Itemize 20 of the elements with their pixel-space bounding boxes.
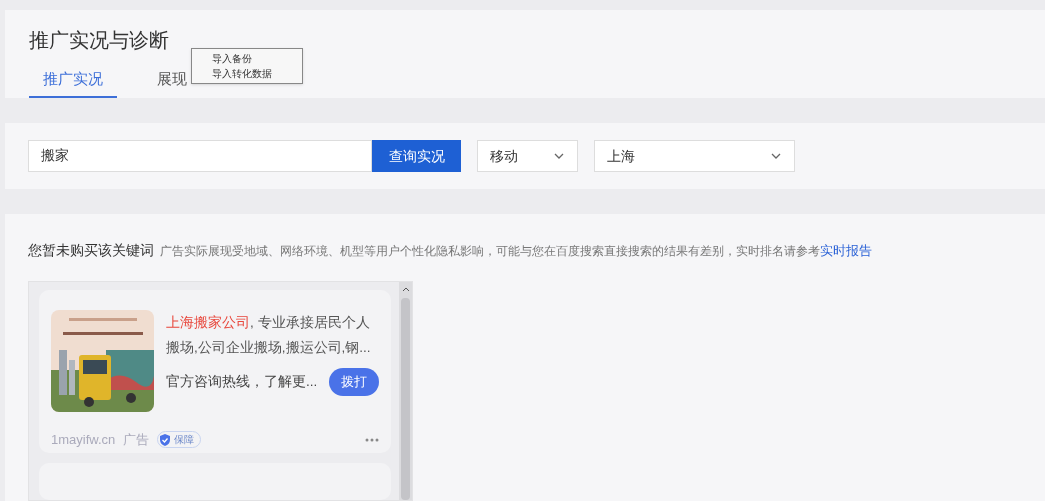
tab[interactable]: 推广实况 xyxy=(29,62,117,98)
query-button[interactable]: 查询实况 xyxy=(372,140,461,172)
ad-label: 广告 xyxy=(123,431,150,449)
notice-title: 您暂未购买该关键词 xyxy=(28,241,154,260)
menu-item[interactable]: 导入备份 xyxy=(212,51,302,66)
device-select[interactable]: 移动 xyxy=(477,140,578,172)
keyword-field[interactable]: 搬家 xyxy=(28,140,372,172)
notice-text: 广告实际展现受地域、网络环境、机型等用户个性化隐私影响，可能与您在百度搜索直接搜索的结果有差别，实时排名请参考实时报告 xyxy=(160,242,872,260)
call-button[interactable]: 拨打 xyxy=(329,368,379,396)
menu-item[interactable]: 导入转化数据 xyxy=(212,66,302,81)
ad-domain: 1mayifw.cn xyxy=(51,431,116,449)
ad-description: 上海搬家公司, 专业承接居民个人搬场,公司企业搬场,搬运公司,钢... xyxy=(166,314,372,357)
hotline-text: 官方咨询热线，了解更... xyxy=(166,372,318,391)
region-select[interactable]: 上海 xyxy=(594,140,795,172)
shield-check-icon xyxy=(158,432,173,447)
more-icon[interactable] xyxy=(365,437,379,442)
scroll-up-icon[interactable] xyxy=(401,286,410,294)
realtime-report-link[interactable]: 实时报告 xyxy=(820,243,872,258)
page-title: 推广实况与诊断 xyxy=(29,28,170,53)
scrollbar[interactable] xyxy=(399,282,412,500)
